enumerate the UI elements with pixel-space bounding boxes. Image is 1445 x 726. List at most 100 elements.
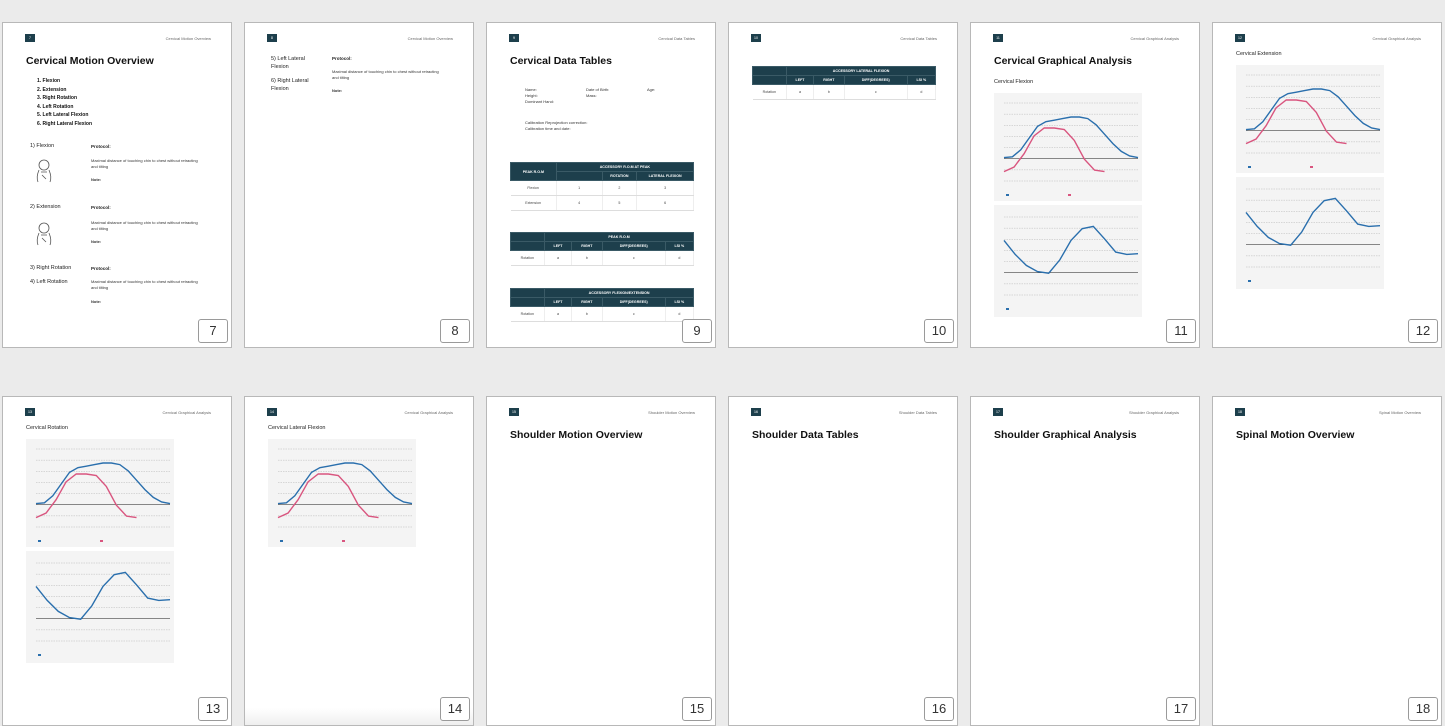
list-item: 5. Left Lateral Flexion	[37, 112, 89, 118]
table-cell: a	[544, 250, 572, 266]
page-thumbnail-16[interactable]: 16 Shoulder Data Tables Shoulder Data Ta…	[728, 396, 958, 726]
peak-rom-table: PEAK R.O.M ACCESSORY R.O.M AT PEAK ROTATI…	[510, 162, 695, 211]
page-thumbnail-17[interactable]: 17 Shoulder Graphical Analysis Shoulder …	[970, 396, 1200, 726]
table-row: Flexion 1 2 3	[510, 180, 694, 196]
table-row: Rotation a b c d	[510, 250, 695, 266]
page-header: Cervical Motion Overview	[165, 36, 211, 41]
page-thumbnail-12[interactable]: 12 Cervical Graphical Analysis Cervical …	[1212, 22, 1442, 348]
page-number: 17	[1166, 697, 1196, 721]
page-subtitle: Cervical Flexion	[994, 79, 1034, 85]
page-title: Cervical Graphical Analysis	[994, 55, 1132, 67]
page-thumbnail-7[interactable]: 7 Cervical Motion Overview Cervical Moti…	[2, 22, 232, 348]
page-thumbnail-8[interactable]: 8 Cervical Motion Overview 5) Left Later…	[244, 22, 474, 348]
protocol-label: Protocol:	[91, 266, 111, 271]
table-cell: d	[907, 84, 937, 100]
legend-swatch	[1248, 280, 1251, 282]
legend-swatch	[1310, 166, 1313, 168]
table-cell: d	[665, 250, 695, 266]
page-badge: 18	[1235, 408, 1245, 416]
legend-swatch	[100, 540, 103, 542]
page-header: Cervical Data Tables	[900, 36, 937, 41]
page-title: Cervical Data Tables	[510, 55, 612, 67]
table-cell: a	[544, 306, 572, 322]
protocol-label: Protocol:	[91, 205, 111, 210]
page-header: Shoulder Motion Overview	[648, 410, 695, 415]
protocol-description: Maximal distance of touching chin to che…	[91, 158, 198, 169]
legend-swatch	[1006, 308, 1009, 310]
table-header: PEAK R.O.M	[510, 162, 557, 181]
series-line-pink	[277, 473, 379, 519]
page-thumbnail-9[interactable]: 9 Cervical Data Tables Cervical Data Tab…	[486, 22, 716, 348]
note-label: Note:	[91, 239, 102, 244]
page-thumbnail-11[interactable]: 11 Cervical Graphical Analysis Cervical …	[970, 22, 1200, 348]
table-cell: 2	[602, 180, 638, 196]
list-item: 1. Flexion	[37, 78, 61, 84]
section-label: 1) Flexion	[30, 143, 55, 149]
info-mass: Mass:	[586, 93, 597, 98]
page-thumbnail-18[interactable]: 18 Spinal Motion Overview Spinal Motion …	[1212, 396, 1442, 726]
legend-swatch	[280, 540, 283, 542]
page-header: Shoulder Data Tables	[898, 410, 937, 415]
table-header: LEFT	[544, 297, 572, 307]
rotation-chart	[1236, 65, 1384, 173]
peak-rom-rotation-table: PEAK R.O.M LEFT RIGHT DIFF(DEGREES) LSI % R…	[509, 232, 695, 266]
protocol-description: Maximal distance of touching chin to che…	[332, 69, 439, 80]
accessory-flexion-table: ACCESSORY FLEXION/EXTENSION LEFT RIGHT DIF…	[509, 288, 695, 322]
page-number: 9	[682, 319, 712, 343]
head-figure-icon	[36, 222, 52, 246]
table-header: LATERAL FLEXION	[636, 171, 694, 181]
table-header: DIFF(DEGREES)	[601, 241, 666, 251]
table-cell: c	[602, 306, 666, 322]
table-cell: c	[844, 84, 908, 100]
table-cell: Flexion	[510, 180, 557, 196]
table-caption: ACCESSORY FLEXION/EXTENSION	[544, 288, 694, 298]
info-dominant-hand: Dominant Hand:	[525, 99, 554, 104]
legend-swatch	[1248, 166, 1251, 168]
page-badge: 8	[267, 34, 277, 42]
page-title: Cervical Motion Overview	[26, 55, 154, 67]
page-thumbnail-13[interactable]: 13 Cervical Graphical Analysis Cervical …	[2, 396, 232, 726]
section-label: 2) Extension	[30, 204, 61, 210]
note-label: Note:	[332, 88, 343, 93]
page-number: 10	[924, 319, 954, 343]
page-number: 16	[924, 697, 954, 721]
page-title: Shoulder Data Tables	[752, 429, 859, 441]
table-cell: c	[602, 250, 666, 266]
page-number: 12	[1408, 319, 1438, 343]
table-cell: 5	[602, 195, 638, 211]
legend-swatch	[1006, 194, 1009, 196]
table-header: RIGHT	[812, 75, 845, 85]
table-cell: a	[786, 84, 814, 100]
page-header: Cervical Graphical Analysis	[1130, 36, 1179, 41]
page-badge: 12	[1235, 34, 1245, 42]
page-header: Cervical Graphical Analysis	[1372, 36, 1421, 41]
series-line-blue	[35, 571, 171, 620]
page-number: 14	[440, 697, 470, 721]
motion-list: 1. Flexion 2. Extension 3. Right Rotatio…	[31, 77, 92, 128]
legend-swatch	[1068, 194, 1071, 196]
table-header: DIFF(DEGREES)	[601, 297, 666, 307]
table-header: LSI %	[906, 75, 937, 85]
table-cell: b	[571, 306, 603, 322]
page-badge: 14	[267, 408, 277, 416]
table-header: RIGHT	[570, 297, 603, 307]
table-header: DIFF(DEGREES)	[843, 75, 908, 85]
series-line-blue	[1245, 197, 1381, 246]
page-subtitle: Cervical Rotation	[26, 425, 68, 431]
legend-swatch	[38, 540, 41, 542]
page-header: Cervical Graphical Analysis	[162, 410, 211, 415]
page-badge: 17	[993, 408, 1003, 416]
page-thumbnail-10[interactable]: 10 Cervical Data Tables ACCESSORY LATERA…	[728, 22, 958, 348]
section-label: 6) Right Lateral Flexion	[271, 78, 309, 92]
head-figure-icon	[36, 159, 52, 183]
list-item: 6. Right Lateral Flexion	[37, 120, 93, 127]
page-thumbnail-14[interactable]: 14 Cervical Graphical Analysis Cervical …	[244, 396, 474, 726]
section-label: 3) Right Rotation	[30, 265, 72, 271]
table-header: RIGHT	[570, 241, 603, 251]
page-badge: 10	[751, 34, 761, 42]
page-thumbnail-15[interactable]: 15 Shoulder Motion Overview Shoulder Mot…	[486, 396, 716, 726]
page-subtitle: Cervical Lateral Flexion	[268, 425, 326, 431]
list-item: 3. Right Rotation	[37, 95, 77, 101]
page-badge: 11	[993, 34, 1003, 42]
page-header: Cervical Data Tables	[658, 36, 695, 41]
